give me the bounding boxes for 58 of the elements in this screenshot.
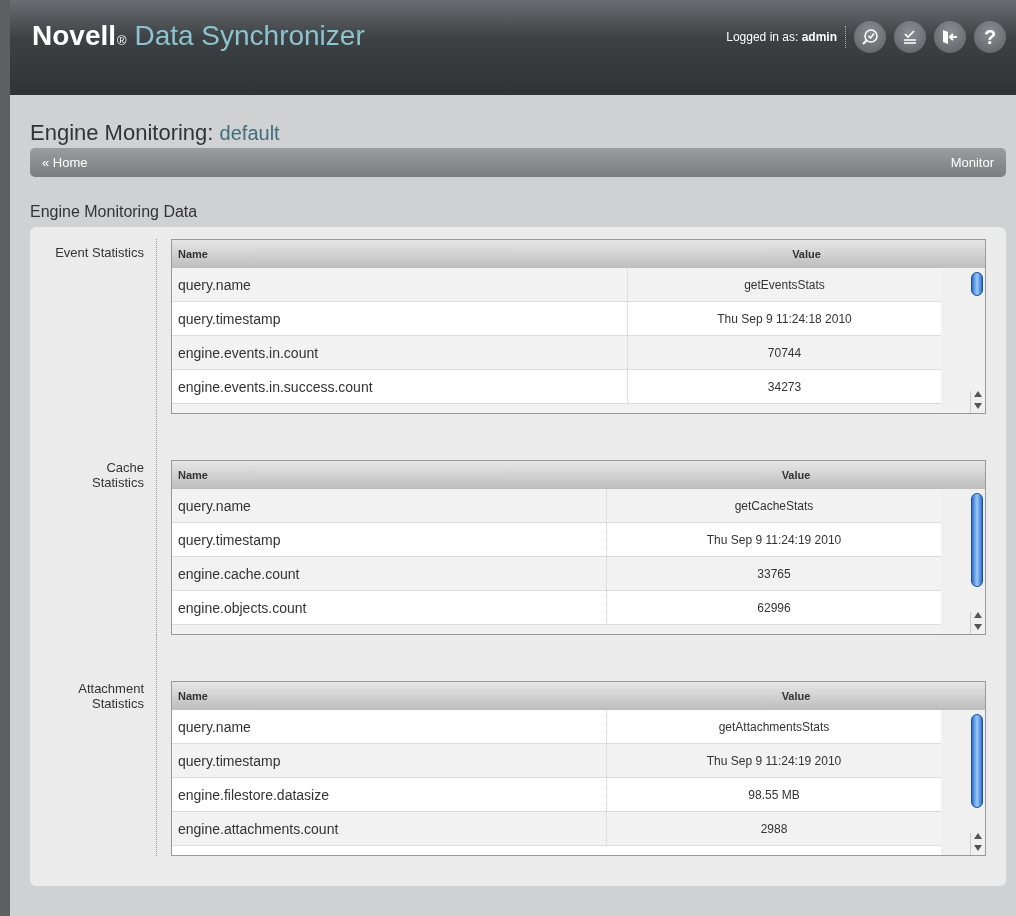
- table-cell: engine.objects.count: [172, 591, 607, 624]
- table-cell-text: Thu Sep 9 11:24:19 2010: [705, 531, 843, 549]
- registered-mark: ®: [117, 33, 127, 48]
- column-header: Value: [780, 690, 812, 702]
- section-title: Engine Monitoring Data: [30, 203, 199, 221]
- exit-door-icon: [941, 28, 959, 46]
- table-cell: query.timestamp: [172, 523, 607, 556]
- table-cell: engine.events.in.count: [172, 336, 628, 369]
- column-header: Name: [177, 690, 209, 702]
- table-cell: engine.events.in.success.count: [172, 370, 628, 403]
- group-label: Attachment Statistics: [77, 681, 144, 711]
- table-cell-text: Thu Sep 9 11:24:18 2010: [716, 310, 853, 328]
- table-cell-text: 70744: [766, 344, 803, 362]
- table-cell-text: 33765: [756, 565, 792, 583]
- table-cell: engine.attachments.count: [172, 812, 607, 845]
- table-cell-text: getEventsStats: [743, 276, 826, 294]
- scroll-down-icon[interactable]: [974, 845, 982, 851]
- group-label: Event Statistics: [54, 245, 144, 260]
- table-cell: engine.cache.count: [172, 557, 607, 590]
- table-cell: query.name: [172, 489, 607, 522]
- scroll-up-icon[interactable]: [974, 612, 982, 618]
- product-name: Data Synchronizer: [134, 20, 365, 51]
- column-header: Name: [177, 469, 209, 481]
- monitor-button[interactable]: [854, 21, 886, 53]
- page-subtitle: default: [219, 122, 280, 144]
- table-cell-text: 34273: [766, 378, 803, 396]
- login-status: Logged in as: admin: [726, 30, 837, 44]
- scroll-up-icon[interactable]: [974, 833, 982, 839]
- scroll-thumb[interactable]: [971, 714, 983, 808]
- table-cell: query.name: [172, 268, 628, 301]
- group-label: Cache Statistics: [91, 460, 144, 490]
- table-cell-text: 62996: [756, 599, 792, 617]
- table-cell-text: getAttachmentsStats: [717, 718, 831, 736]
- logout-button[interactable]: [934, 21, 966, 53]
- brand-name: Novell: [32, 20, 117, 51]
- column-header: Value: [780, 469, 812, 481]
- page-title: Engine Monitoring:: [30, 120, 214, 145]
- checklist-button[interactable]: [894, 21, 926, 53]
- column-header: Value: [791, 248, 822, 260]
- table-cell-text: Thu Sep 9 11:24:19 2010: [705, 752, 843, 770]
- current-page-label: Monitor: [950, 155, 994, 170]
- table-cell-text: 98.55 MB: [747, 786, 801, 804]
- help-button[interactable]: ?: [974, 21, 1006, 53]
- home-link[interactable]: « Home: [42, 155, 88, 170]
- table-cell: query.timestamp: [172, 744, 607, 777]
- table-cell: engine.filestore.datasize: [172, 778, 607, 811]
- scroll-down-icon[interactable]: [974, 403, 982, 409]
- table-cell-text: 2988: [759, 820, 789, 838]
- checklist-icon: [902, 29, 918, 45]
- scroll-thumb[interactable]: [971, 493, 983, 587]
- table-cell: query.name: [172, 710, 607, 743]
- column-header: Name: [177, 248, 209, 260]
- magnifier-check-icon: [861, 28, 879, 46]
- table-cell: query.timestamp: [172, 302, 628, 335]
- table-cell-text: getCacheStats: [733, 497, 815, 515]
- scroll-up-icon[interactable]: [974, 391, 982, 397]
- scroll-thumb[interactable]: [971, 272, 983, 296]
- scroll-down-icon[interactable]: [974, 624, 982, 630]
